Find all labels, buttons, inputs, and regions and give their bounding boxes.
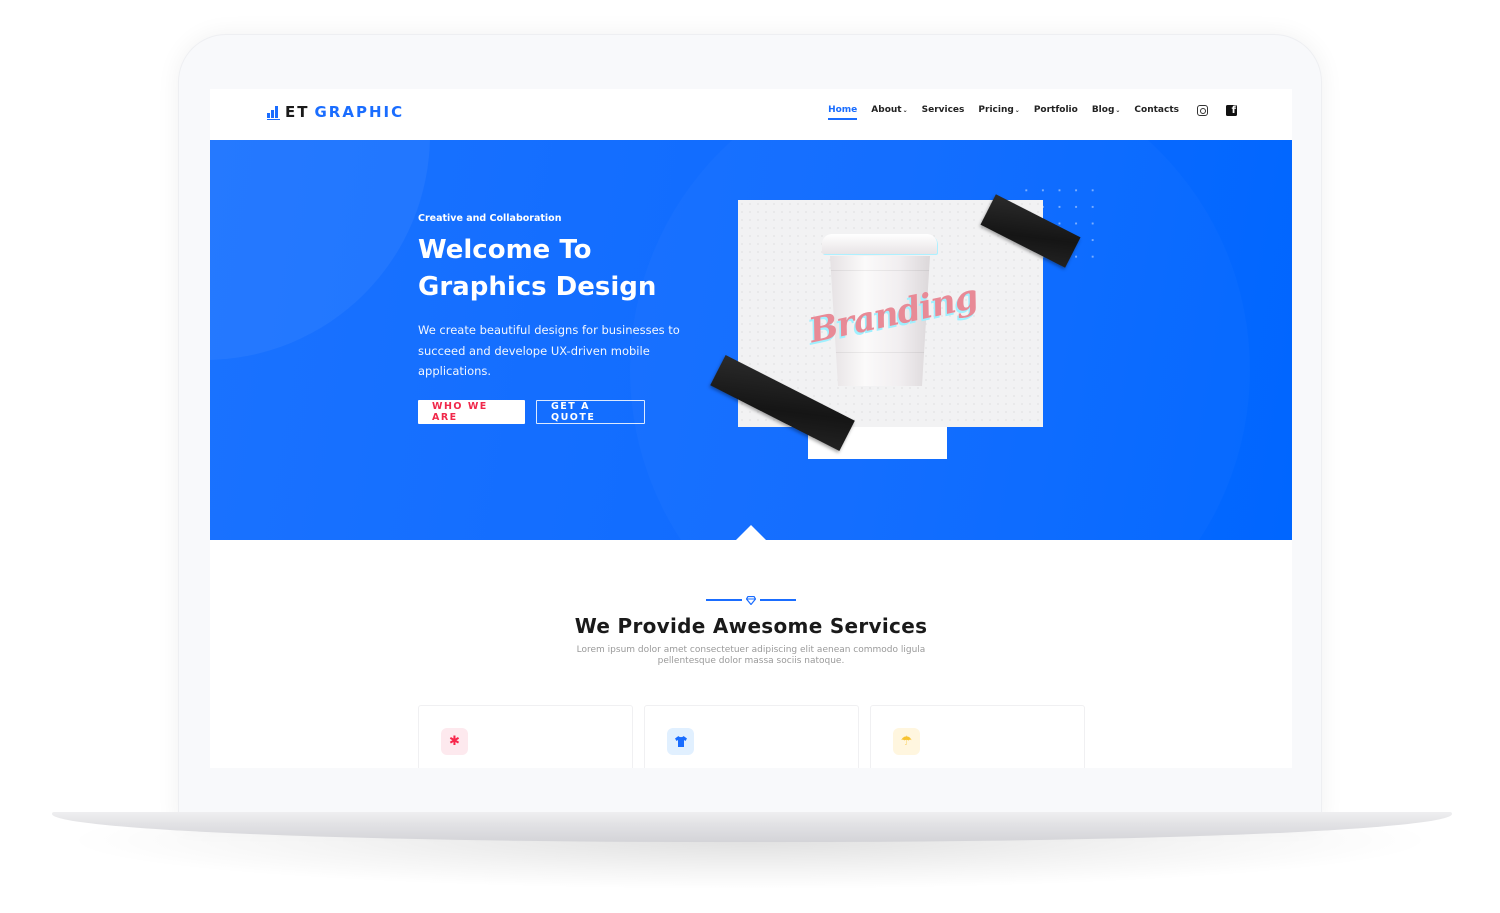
nav-item-pricing[interactable]: Pricing ⌄	[978, 105, 1019, 119]
hero-title-line: Graphics Design	[418, 272, 657, 302]
get-a-quote-button[interactable]: GET A QUOTE	[536, 399, 645, 424]
navbar: ET GRAPHIC Home About ⌄ Services Pricing…	[210, 89, 1292, 140]
laptop-screen: ET GRAPHIC Home About ⌄ Services Pricing…	[210, 89, 1292, 768]
diamond-icon	[746, 595, 756, 605]
chevron-down-icon: ⌄	[1115, 106, 1121, 114]
logo[interactable]: ET GRAPHIC	[267, 103, 404, 121]
services-description: Lorem ipsum dolor amet consectetuer adip…	[576, 645, 926, 666]
instagram-icon[interactable]	[1197, 104, 1208, 116]
logo-text-graphic: GRAPHIC	[314, 103, 405, 121]
nav-label: Portfolio	[1033, 105, 1078, 115]
hero-title-line: Welcome To	[418, 235, 592, 265]
service-card[interactable]	[644, 705, 859, 768]
cup-lid	[822, 234, 937, 254]
hero-subtitle: Creative and Collaboration	[418, 213, 562, 224]
nav-item-contacts[interactable]: Contacts	[1134, 105, 1179, 119]
nav-item-portfolio[interactable]: Portfolio	[1034, 105, 1078, 119]
chevron-down-icon: ⌄	[902, 106, 908, 114]
service-cards: ✱ ☂	[418, 705, 1085, 768]
decorative-circle	[210, 140, 430, 360]
nav-label: About	[871, 105, 902, 115]
nav-item-home[interactable]: Home	[828, 105, 858, 120]
services-title: We Provide Awesome Services	[574, 614, 928, 638]
service-card[interactable]: ☂	[870, 705, 1085, 768]
nav-label: Services	[921, 105, 965, 115]
hero-title: Welcome To Graphics Design	[418, 232, 708, 306]
hero-section: Creative and Collaboration Welcome To Gr…	[210, 140, 1292, 540]
facebook-icon[interactable]: f	[1226, 104, 1237, 116]
chevron-down-icon: ⌄	[1014, 106, 1020, 114]
who-we-are-button[interactable]: WHO WE ARE	[418, 399, 525, 424]
bar-chart-up-icon	[267, 106, 280, 120]
nav-label: Contacts	[1134, 105, 1179, 115]
nav-item-about[interactable]: About ⌄	[871, 105, 907, 119]
hero-description: We create beautiful designs for business…	[418, 323, 680, 378]
main-nav: Home About ⌄ Services Pricing ⌄ Portfoli…	[814, 104, 1237, 120]
nav-item-services[interactable]: Services	[922, 105, 965, 119]
nav-label: Home	[828, 105, 858, 115]
title-divider	[210, 594, 1292, 606]
nav-label: Pricing	[978, 105, 1014, 115]
services-header: We Provide Awesome Services Lorem ipsum …	[210, 594, 1292, 666]
logo-text-et: ET	[285, 103, 310, 121]
asterisk-icon: ✱	[441, 728, 468, 755]
hero-content: Creative and Collaboration Welcome To Gr…	[418, 213, 708, 424]
nav-item-blog[interactable]: Blog ⌄	[1092, 105, 1121, 119]
tshirt-icon	[667, 728, 694, 755]
hero-buttons: WHO WE ARE GET A QUOTE	[418, 399, 708, 424]
service-card[interactable]: ✱	[418, 705, 633, 768]
umbrella-icon: ☂	[893, 728, 920, 755]
section-notch	[736, 525, 766, 540]
nav-label: Blog	[1091, 105, 1115, 115]
